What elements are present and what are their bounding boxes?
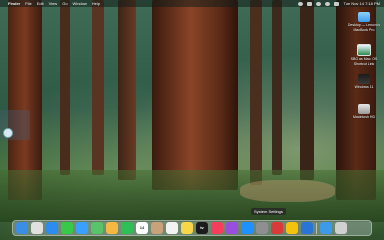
wallpaper-tree (272, 0, 282, 175)
xcode-icon[interactable] (301, 222, 313, 234)
desktop-item-label: Windows 11 (354, 85, 374, 89)
menu-file[interactable]: File (25, 0, 31, 7)
dock-app-glyph: 14 (139, 225, 145, 230)
desktop-small-icon[interactable] (3, 128, 13, 138)
menu-view[interactable]: View (49, 0, 58, 7)
wallpaper-tree (152, 0, 238, 190)
calendar-icon[interactable]: 14 (136, 222, 148, 234)
contacts-icon[interactable] (151, 222, 163, 234)
wallpaper-path (240, 180, 335, 202)
folder-icon (358, 12, 370, 22)
status-menu-icon[interactable] (298, 1, 304, 6)
chrome-icon[interactable] (286, 222, 298, 234)
dock-tooltip: System Settings (251, 208, 286, 215)
downloads-folder-icon[interactable] (320, 222, 332, 234)
mail-icon[interactable] (76, 222, 88, 234)
trash-icon[interactable] (335, 222, 347, 234)
safari-icon[interactable] (46, 222, 58, 234)
notes-icon[interactable] (181, 222, 193, 234)
wallpaper-tree (92, 0, 104, 175)
gear-icon[interactable] (256, 222, 268, 234)
dock-separator (316, 222, 317, 234)
maps-icon[interactable] (91, 222, 103, 234)
wallpaper-tree (300, 0, 314, 180)
parallels-icon[interactable] (271, 222, 283, 234)
music-icon[interactable] (211, 222, 223, 234)
messages-icon[interactable] (61, 222, 73, 234)
windows-vm-icon (358, 74, 370, 84)
finder-icon[interactable] (16, 222, 28, 234)
wifi-icon[interactable] (316, 1, 322, 6)
menu-edit[interactable]: Edit (37, 0, 44, 7)
tv-icon[interactable]: tv (196, 222, 208, 234)
wallpaper-tree (60, 0, 70, 175)
wallpaper-tree (250, 0, 262, 185)
desktop-item-vm-shortcut[interactable]: SBG as Mac: OS Shortcut Link (344, 44, 384, 66)
menu-clock[interactable]: Tue Nov 14 7:18 PM (343, 0, 380, 7)
menu-app-name[interactable]: Finder (8, 0, 20, 7)
wallpaper-tree (118, 0, 136, 180)
facetime-icon[interactable] (121, 222, 133, 234)
launchpad-icon[interactable] (31, 222, 43, 234)
virtual-machine-icon (357, 44, 371, 56)
hard-drive-icon (358, 104, 370, 114)
dock-app-glyph: tv (200, 225, 204, 230)
photos-icon[interactable] (106, 222, 118, 234)
menu-window[interactable]: Window (73, 0, 87, 7)
menu-help[interactable]: Help (92, 0, 100, 7)
dock: 14 tv (12, 220, 372, 236)
reminders-icon[interactable] (166, 222, 178, 234)
menu-go[interactable]: Go (62, 0, 67, 7)
battery-icon[interactable] (307, 1, 313, 6)
desktop-item-macintosh-hd[interactable]: Macintosh HD (344, 104, 384, 120)
desktop-item-label: Macintosh HD (353, 115, 375, 119)
desktop-item-windows[interactable]: Windows 11 (344, 74, 384, 90)
desktop-item-label: Desktop — Lenovo's MacBook Pro (347, 23, 381, 32)
desktop-item-folder[interactable]: Desktop — Lenovo's MacBook Pro (344, 12, 384, 32)
control-center-icon[interactable] (334, 1, 340, 6)
desktop-item-label: SBG as Mac: OS Shortcut Link (350, 57, 378, 66)
podcasts-icon[interactable] (226, 222, 238, 234)
search-icon[interactable] (325, 1, 331, 6)
app-store-icon[interactable] (241, 222, 253, 234)
menu-bar: Finder File Edit View Go Window Help Tue… (0, 0, 384, 7)
